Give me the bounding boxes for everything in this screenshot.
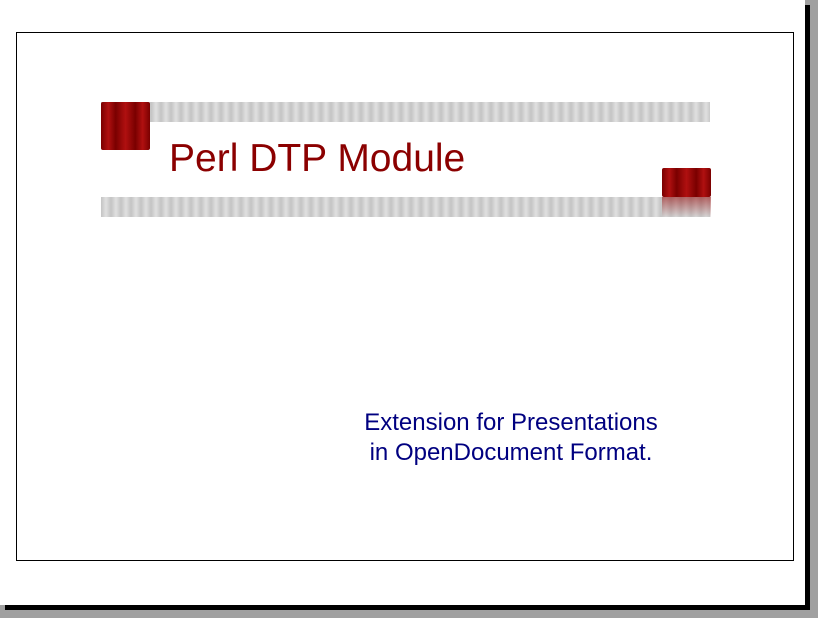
subtitle-line-2: in OpenDocument Format. bbox=[369, 439, 653, 466]
slide-page[interactable]: Perl DTP Module Extension for Presentati… bbox=[0, 0, 805, 605]
decorative-bar-bottom bbox=[101, 197, 710, 217]
slide-title[interactable]: Perl DTP Module bbox=[169, 136, 465, 182]
slide-subtitle[interactable]: Extension for Presentations in OpenDocum… bbox=[330, 408, 692, 468]
decorative-red-block-bottom-right bbox=[662, 168, 711, 197]
decorative-bar-top bbox=[101, 102, 710, 122]
presentation-canvas: Perl DTP Module Extension for Presentati… bbox=[0, 0, 818, 618]
subtitle-line-1: Extension for Presentations bbox=[364, 409, 658, 436]
decorative-red-block-fade bbox=[662, 197, 711, 217]
decorative-red-block-top-left bbox=[101, 102, 150, 150]
